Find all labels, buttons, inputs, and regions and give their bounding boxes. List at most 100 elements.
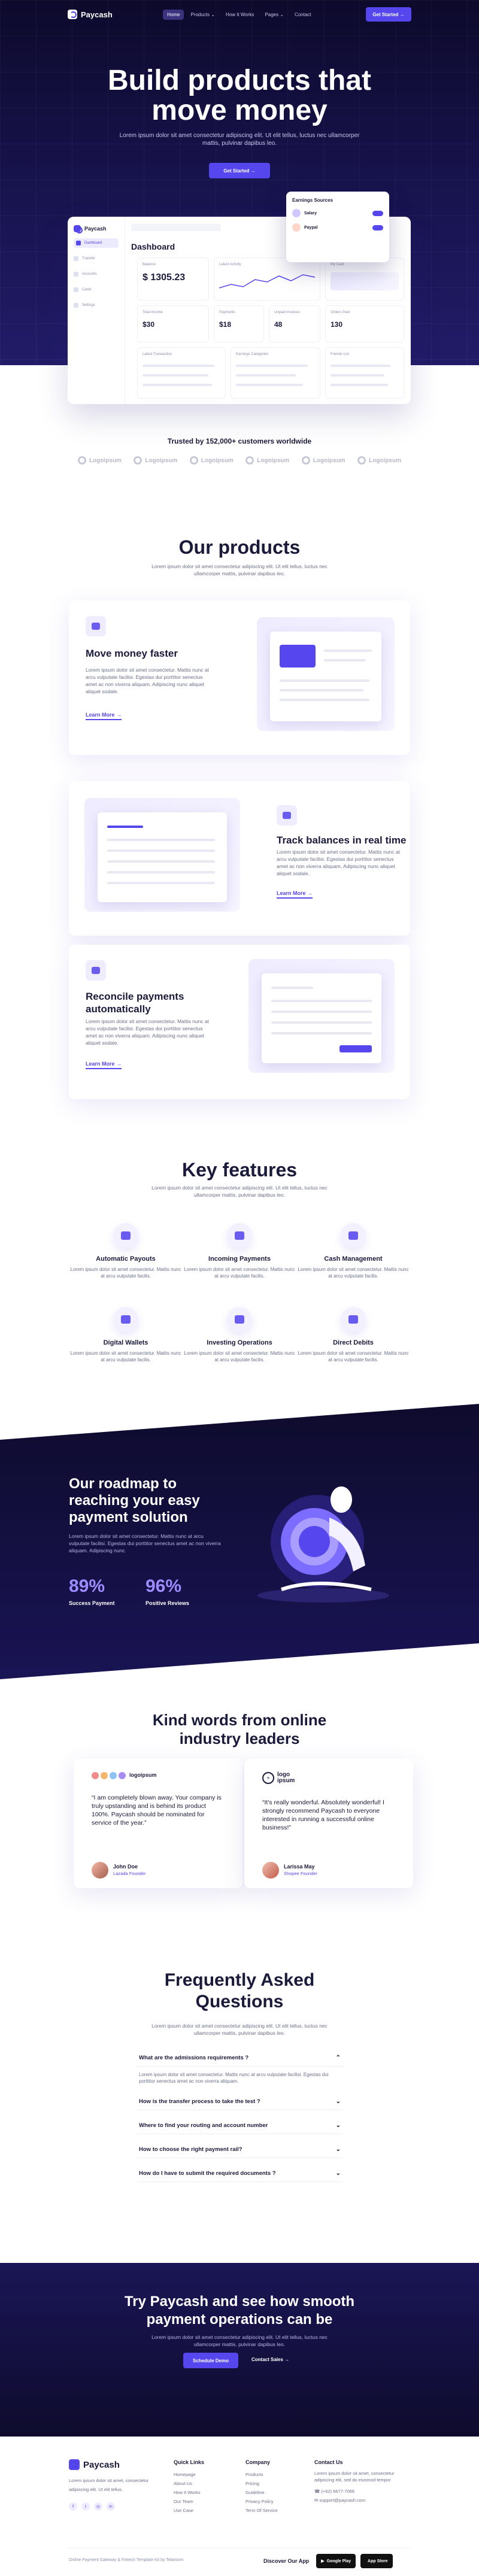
- twitter-icon[interactable]: t: [81, 2502, 90, 2511]
- product-screenshot: [248, 959, 395, 1073]
- toggle-switch[interactable]: [372, 210, 383, 216]
- footer-link[interactable]: Homepage: [174, 2470, 204, 2479]
- wallet-icon: [292, 209, 301, 217]
- feature-title: Cash Management: [324, 1255, 383, 1263]
- popup-title: Earnings Sources: [292, 198, 334, 203]
- screenshot-button: [339, 1045, 372, 1052]
- feature-item: Incoming Payments Lorem ipsum dolor sit a…: [183, 1223, 296, 1279]
- facebook-icon[interactable]: f: [69, 2502, 77, 2511]
- dashboard-search-input[interactable]: [131, 224, 221, 231]
- footer-link[interactable]: How It Works: [174, 2488, 204, 2497]
- footer-company: Company Products Pricing Guideline Priva…: [245, 2459, 278, 2515]
- product-title: Move money faster: [86, 648, 178, 659]
- partner-logo-label: Logoipsum: [89, 457, 122, 464]
- footer-link[interactable]: Our Team: [174, 2497, 204, 2506]
- testimonial-card: logoipsum I am completely blown away. Yo…: [74, 1759, 242, 1888]
- hero-cta-button[interactable]: Get Started →: [209, 163, 270, 178]
- logo-icon: [357, 456, 366, 465]
- nav-home[interactable]: Home: [163, 9, 184, 20]
- partner-logo-label: Logoipsum: [201, 457, 234, 464]
- play-icon: ▶: [321, 2559, 325, 2563]
- cta-section: Try Paycash and see how smooth payment o…: [0, 2263, 479, 2437]
- learn-more-link[interactable]: Learn More →: [86, 712, 122, 720]
- nav-contact[interactable]: Contact: [290, 10, 316, 20]
- contact-sales-link[interactable]: Contact Sales →: [251, 2357, 289, 2362]
- nav-pages[interactable]: Pages ⌄: [260, 10, 288, 20]
- cta-text: Lorem ipsum dolor sit amet consectetur a…: [151, 2334, 328, 2347]
- footer-heading: Quick Links: [174, 2459, 205, 2465]
- arrow-right-icon: →: [399, 11, 405, 17]
- get-started-label: Get Started: [372, 11, 399, 17]
- sidebar-item-transfer[interactable]: Transfer: [74, 254, 119, 263]
- product-text: Lorem ipsum dolor sit amet consectetur. …: [86, 1018, 209, 1046]
- linkedin-icon[interactable]: in: [107, 2502, 115, 2511]
- logo-dot: [101, 1772, 108, 1779]
- logo-dot: [92, 1772, 99, 1779]
- sidebar-item-dashboard[interactable]: Dashboard: [74, 238, 119, 248]
- logo-icon: [78, 456, 86, 465]
- screenshot-line: [107, 882, 215, 884]
- footer-brand: Paycash Lorem ipsum dolor sit amet, cons…: [69, 2459, 165, 2511]
- faq-item[interactable]: How is the transfer process to take the …: [137, 2093, 343, 2110]
- toggle-switch[interactable]: [372, 224, 383, 230]
- product-text: Lorem ipsum dolor sit amet consectetur. …: [86, 667, 209, 694]
- partner-logo-label: Logoipsum: [369, 457, 401, 464]
- chevron-down-icon: ⌄: [280, 11, 284, 17]
- feature-title: Incoming Payments: [208, 1255, 271, 1263]
- partner-logo-label: Logoipsum: [145, 457, 178, 464]
- arrow-right-icon: →: [116, 712, 122, 718]
- learn-more-link[interactable]: Learn More →: [86, 1061, 122, 1069]
- google-play-button[interactable]: ▶ Google Play: [316, 2554, 356, 2568]
- faq-item[interactable]: How do I have to submit the required doc…: [137, 2165, 343, 2182]
- sidebar-item-label: Transfer: [82, 257, 96, 260]
- sidebar-item-settings[interactable]: Settings: [74, 301, 119, 310]
- brand-logo[interactable]: Paycash: [68, 10, 113, 19]
- footer-link[interactable]: Products: [245, 2470, 278, 2479]
- get-started-button[interactable]: Get Started →: [366, 7, 411, 22]
- company-logo: logoipsum: [92, 1772, 225, 1779]
- footer-link[interactable]: Pricing: [245, 2479, 278, 2488]
- faq-item[interactable]: Where to find your routing and account n…: [137, 2117, 343, 2134]
- footer-link[interactable]: Privacy Policy: [245, 2497, 278, 2506]
- screenshot-line: [280, 689, 363, 691]
- screenshot-panel: [98, 812, 227, 902]
- nav-products[interactable]: Products ⌄: [186, 10, 219, 20]
- footer-logo[interactable]: Paycash: [69, 2459, 165, 2470]
- footer-link[interactable]: Guideline: [245, 2488, 278, 2497]
- sidebar-item-cards[interactable]: Cards: [74, 285, 119, 295]
- faq-item[interactable]: How to choose the right payment rail? ⌄: [137, 2141, 343, 2158]
- chevron-down-icon: ⌄: [335, 2098, 341, 2105]
- products-subtitle: Lorem ipsum dolor sit amet consectetur a…: [151, 563, 328, 577]
- footer-link[interactable]: Use Case: [174, 2506, 204, 2515]
- learn-more-link[interactable]: Learn More →: [277, 890, 313, 899]
- footer-about: Lorem ipsum dolor sit amet, consectetur …: [69, 2478, 149, 2492]
- popup-item: Paypal: [292, 223, 383, 232]
- logo-icon: [245, 456, 254, 465]
- footer-email-value: support@paycash.com: [319, 2498, 366, 2503]
- dashboard-sidebar: Paycash Dashboard Transfer Accounts Card…: [68, 217, 125, 404]
- coin-illustration: [257, 1486, 389, 1603]
- app-store-button[interactable]: App Store: [360, 2554, 393, 2568]
- dashboard-logo: Paycash: [74, 225, 119, 233]
- faq-item[interactable]: What are the admissions requirements ? ⌃: [137, 2050, 343, 2067]
- roadmap-section: Our roadmap to reaching your easy paymen…: [0, 1404, 479, 1679]
- schedule-demo-button[interactable]: Schedule Demo: [183, 2353, 238, 2368]
- screenshot-line: [271, 987, 313, 989]
- friends-label: Friends List: [331, 353, 350, 356]
- features-title: Key features: [181, 1159, 298, 1181]
- instagram-icon[interactable]: ◎: [94, 2502, 102, 2511]
- footer-link[interactable]: Term Of Service: [245, 2506, 278, 2515]
- faq-question: Where to find your routing and account n…: [139, 2122, 268, 2129]
- nav-how-it-works[interactable]: How It Works: [222, 10, 258, 20]
- footer: Paycash Lorem ipsum dolor sit amet, cons…: [0, 2437, 479, 2576]
- sidebar-item-accounts[interactable]: Accounts: [74, 269, 119, 279]
- mail-icon: ✉: [314, 2498, 319, 2503]
- faq-question: How is the transfer process to take the …: [139, 2098, 260, 2105]
- footer-link[interactable]: About Us: [174, 2479, 204, 2488]
- stat-value: 96%: [145, 1576, 182, 1596]
- balance-value: $ 1305.23: [143, 272, 186, 283]
- friends-list-card: Friends List: [325, 347, 404, 399]
- partner-logo: Logoipsum: [301, 456, 345, 465]
- chevron-down-icon: ⌄: [335, 2146, 341, 2153]
- transaction-row: [143, 374, 208, 377]
